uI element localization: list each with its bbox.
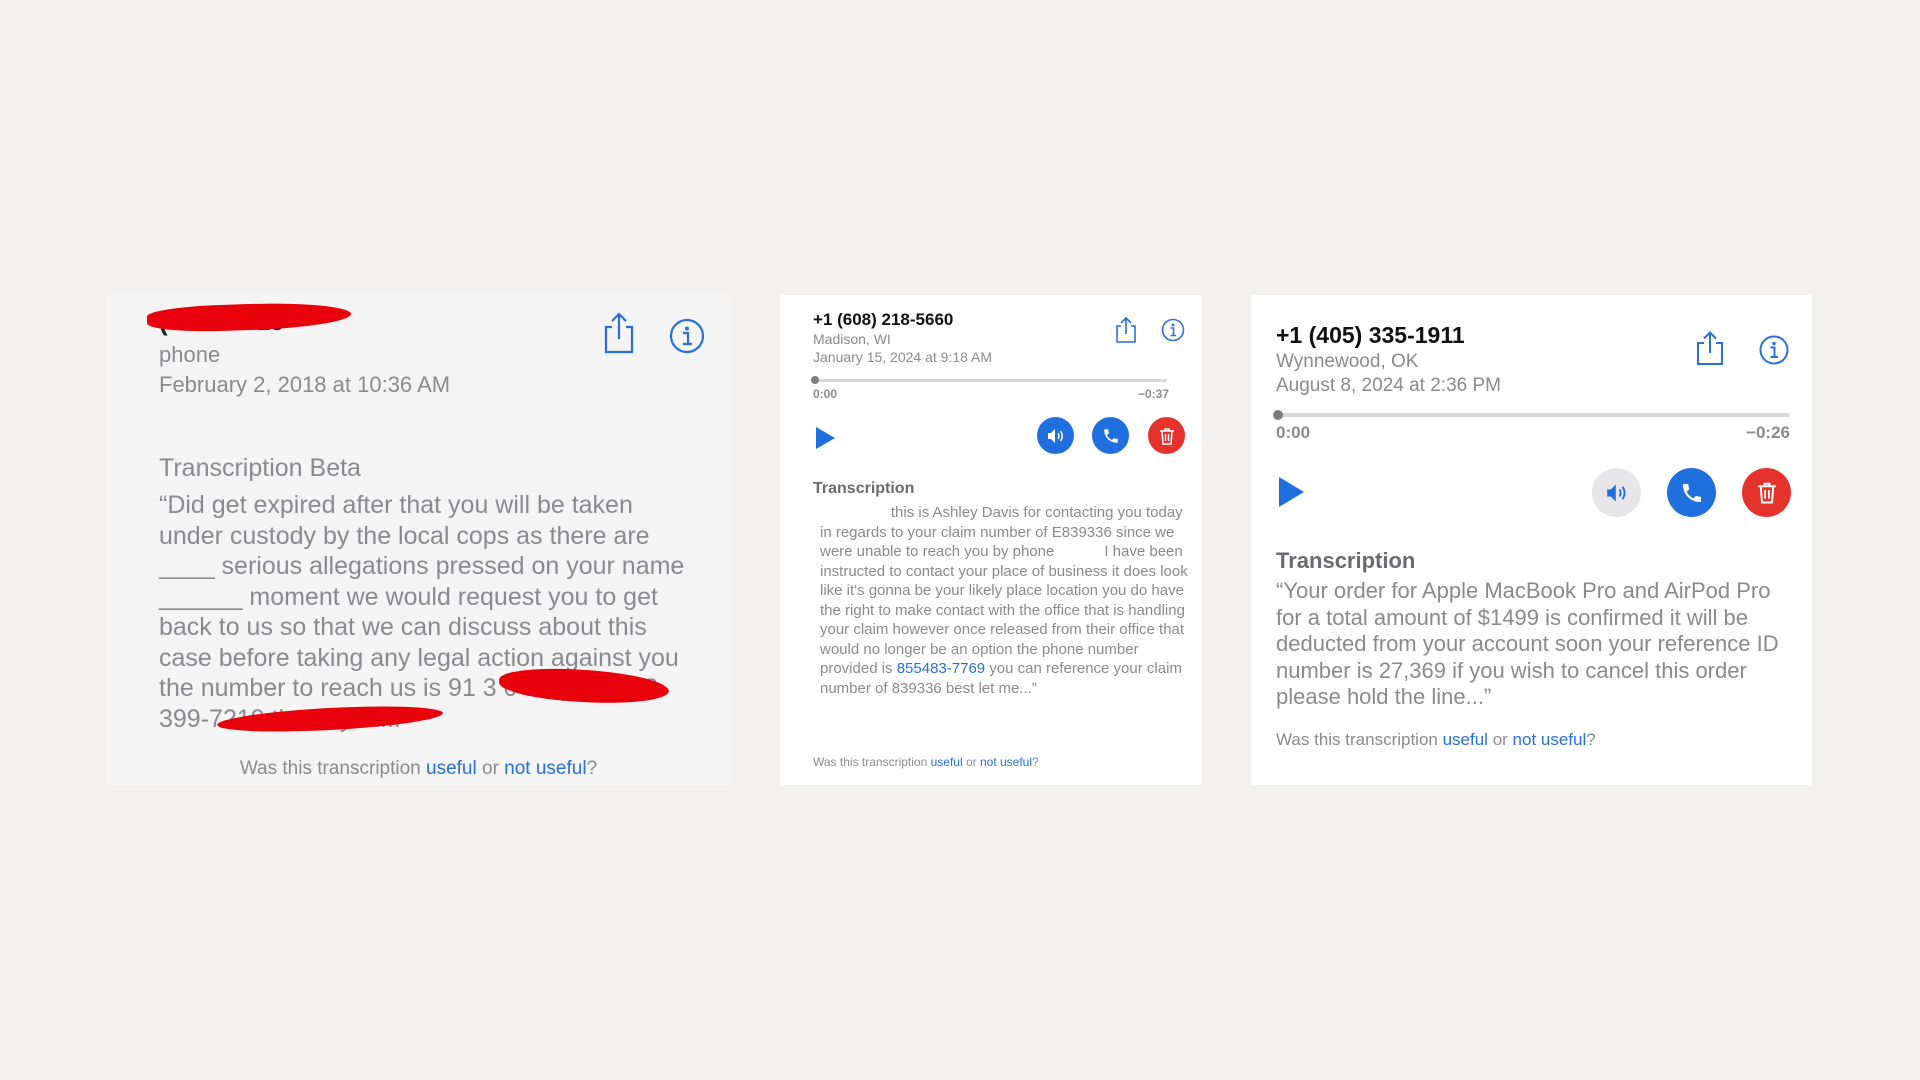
playback-scrubber[interactable] [1273,410,1283,420]
caller-location: Madison, WI [813,331,891,347]
speaker-icon [1047,428,1063,443]
phone-icon [1103,428,1118,443]
feedback-or: or [962,755,980,769]
transcription-text: “Your order for Apple MacBook Pro and Ai… [1276,578,1779,709]
transcription-heading: Transcription [813,480,915,497]
transcription-heading: Transcription [1276,548,1416,573]
play-icon [1279,477,1304,507]
phone-number-link[interactable]: 855483-7769 [897,660,985,677]
transcription-text: this is Ashley Davis for contacting you … [820,503,1192,698]
not-useful-link[interactable]: not useful [980,755,1032,769]
not-useful-link[interactable]: not useful [504,758,586,779]
info-icon [1161,318,1185,342]
feedback-suffix: ? [1586,730,1596,749]
transcription-heading: Transcription Beta [159,454,361,482]
info-button[interactable] [669,318,705,354]
playback-track[interactable] [1276,413,1790,417]
delete-button[interactable] [1742,468,1791,517]
info-button[interactable] [1759,335,1789,365]
remaining-time: −0:26 [1746,423,1790,442]
speaker-button[interactable] [1592,468,1641,517]
feedback-suffix: ? [1032,755,1039,769]
share-icon [604,312,634,354]
feedback-or: or [476,758,505,779]
speaker-icon [1606,483,1626,502]
trash-icon [1159,427,1174,445]
share-button[interactable] [603,312,635,354]
playback-track[interactable] [813,379,1167,382]
transcription-feedback: Was this transcription useful or not use… [813,755,1039,769]
play-button[interactable] [1277,476,1305,508]
info-icon [669,318,705,354]
voicemail-date: January 15, 2024 at 9:18 AM [813,349,993,365]
caller-location: Wynnewood, OK [1276,351,1419,372]
caller-number: +1 (608) 218-5660 [813,310,954,329]
share-icon [1116,317,1136,343]
call-back-button[interactable] [1667,468,1716,517]
info-button[interactable] [1161,318,1185,342]
caller-number: +1 (405) 335-1911 [1276,322,1465,348]
useful-link[interactable]: useful [931,755,963,769]
feedback-prefix: Was this transcription [813,755,931,769]
voicemail-date: August 8, 2024 at 2:36 PM [1276,375,1501,396]
share-icon [1697,331,1723,365]
transcription-feedback: Was this transcription useful or not use… [107,758,730,780]
share-button[interactable] [1696,331,1724,365]
trash-icon [1757,482,1776,504]
useful-link[interactable]: useful [1443,730,1488,749]
voicemail-card-2: +1 (608) 218-5660 Madison, WI January 15… [780,295,1202,785]
transcription-feedback: Was this transcription useful or not use… [1276,730,1596,750]
useful-link[interactable]: useful [426,758,477,779]
feedback-suffix: ? [586,758,598,779]
speaker-button[interactable] [1037,417,1074,454]
elapsed-time: 0:00 [1276,423,1311,442]
feedback-or: or [1487,730,1513,749]
play-button[interactable] [813,425,837,451]
phone-icon [1682,483,1701,502]
elapsed-time: 0:00 [813,387,838,401]
transcription-text-start: this is Ashley Davis for contacting you … [820,504,1192,677]
delete-button[interactable] [1148,417,1185,454]
remaining-time: −0:37 [1137,387,1169,401]
info-icon [1759,335,1789,365]
call-back-button[interactable] [1092,417,1129,454]
play-icon [816,427,835,449]
not-useful-link[interactable]: not useful [1513,730,1587,749]
caller-label: phone [159,342,221,367]
voicemail-card-1: ( 999-7219 phone February 2, 2018 at 10:… [107,294,730,785]
voicemail-card-3: +1 (405) 335-1911 Wynnewood, OK August 8… [1251,295,1812,785]
feedback-prefix: Was this transcription [1276,730,1443,749]
voicemail-date: February 2, 2018 at 10:36 AM [159,372,451,397]
playback-scrubber[interactable] [811,376,819,384]
share-button[interactable] [1115,317,1137,343]
feedback-prefix: Was this transcription [239,758,427,779]
